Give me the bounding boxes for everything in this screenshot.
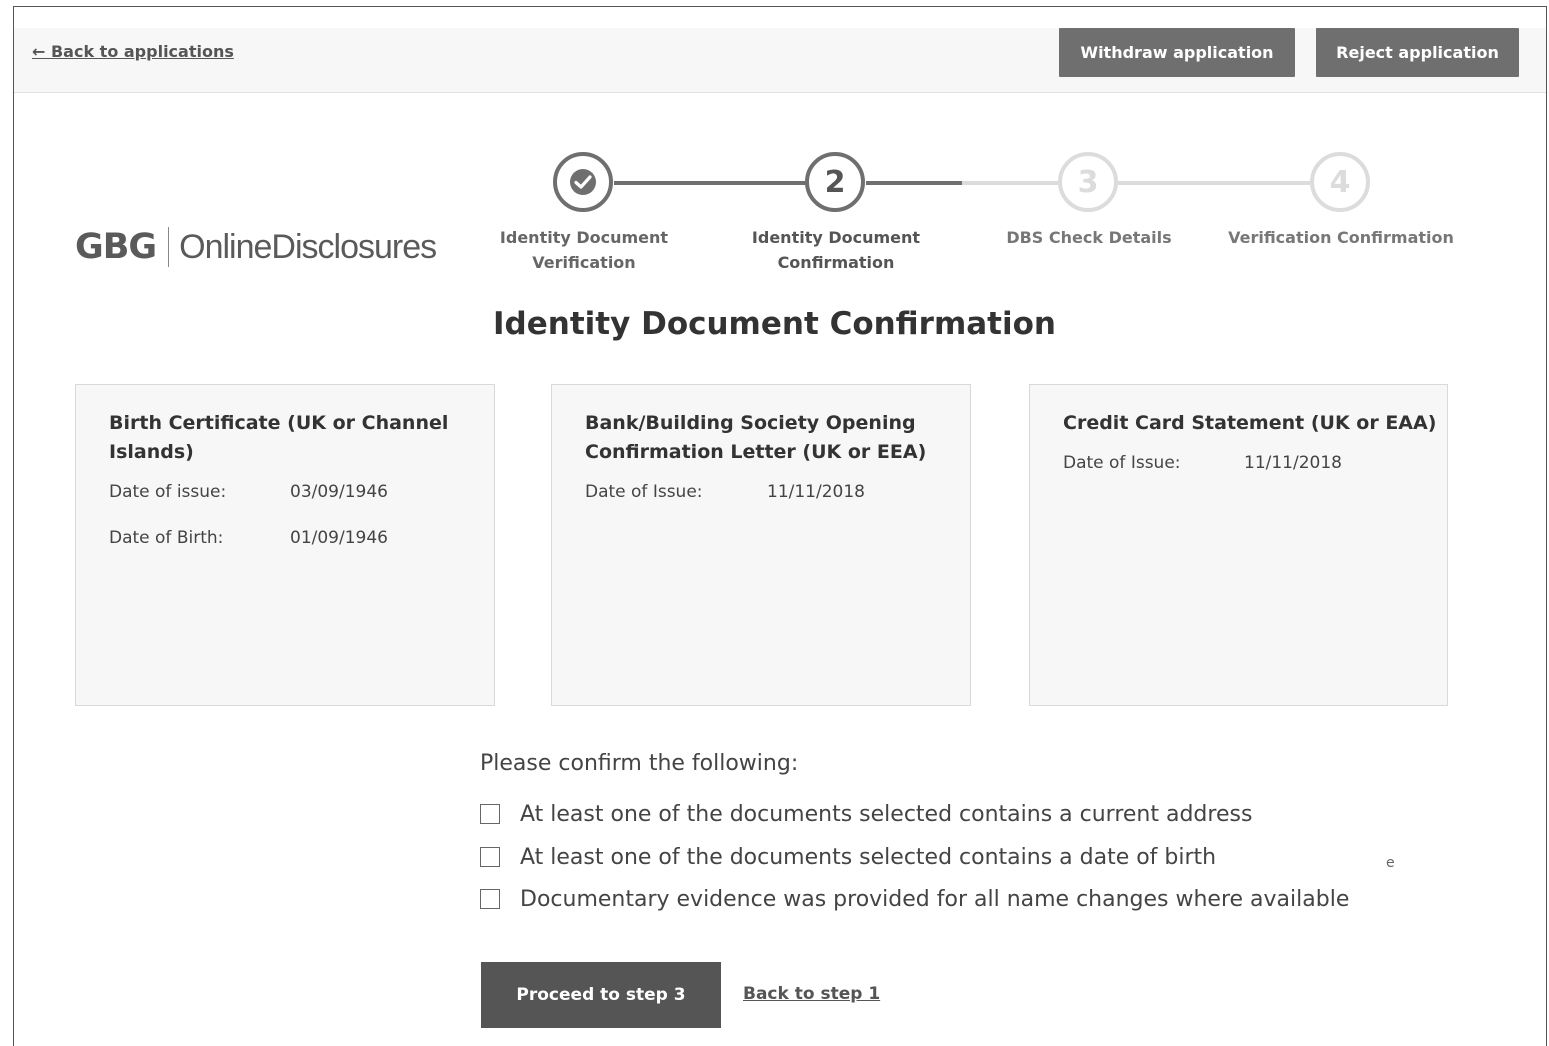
reject-application-button[interactable]: Reject application [1316,28,1519,77]
field-value: 03/09/1946 [290,482,388,502]
current-address-checkbox[interactable] [480,804,500,824]
field-value: 01/09/1946 [290,528,388,548]
step-3-upcoming: 3 [1058,152,1118,212]
confirm-item-date-of-birth: At least one of the documents selected c… [480,842,1216,872]
field-label: Date of issue: [109,482,227,502]
document-card-birth-certificate: Birth Certificate (UK or Channel Islands… [75,384,495,706]
step-connector-2-3-remaining [962,181,1058,185]
document-card-bank-letter: Bank/Building Society Opening Confirmati… [551,384,971,706]
date-of-birth-checkbox[interactable] [480,847,500,867]
field-value: 11/11/2018 [1244,453,1342,473]
step-4-label-line1: Verification Confirmation [1228,228,1454,247]
checkmark-icon [570,169,596,195]
step-2-number: 2 [824,164,846,200]
step-2-label: Identity Document Confirmation [736,225,936,275]
step-3-number: 3 [1077,164,1099,200]
step-connector-3-4 [1118,181,1310,185]
step-4-label: Verification Confirmation [1220,225,1462,250]
field-label: Date of Birth: [109,528,224,548]
step-2-label-line2: Confirmation [777,253,895,272]
step-2-current: 2 [805,152,865,212]
document-title: Credit Card Statement (UK or EAA) [1063,412,1437,434]
name-changes-checkbox[interactable] [480,889,500,909]
document-title: Birth Certificate (UK or Channel Islands… [109,412,449,463]
step-connector-2-3 [866,181,962,185]
step-4-upcoming: 4 [1310,152,1370,212]
logo-brand: GBG [75,227,157,267]
logo-divider [168,227,170,267]
logo-product: OnlineDisclosures [179,227,437,266]
confirm-item-label: At least one of the documents selected c… [520,844,1217,870]
step-connector-1-2 [614,181,806,185]
step-1-label: Identity Document Verification [484,225,684,275]
confirm-item-label: Documentary evidence was provided for al… [520,886,1350,912]
back-to-applications-link[interactable]: ← Back to applications [32,42,234,61]
field-value: 11/11/2018 [767,482,865,502]
step-3-label: DBS Check Details [989,225,1189,250]
step-2-label-line1: Identity Document [751,228,921,247]
step-3-label-line1: DBS Check Details [1006,228,1172,247]
confirm-item-label: At least one of the documents selected c… [520,801,1253,827]
document-card-credit-card-statement: Credit Card Statement (UK or EAA) Date o… [1029,384,1448,706]
step-1-complete [553,152,613,212]
document-title: Bank/Building Society Opening Confirmati… [585,412,927,463]
step-4-number: 4 [1329,164,1351,200]
gbg-logo: GBG OnlineDisclosures [75,224,437,270]
proceed-to-step-3-button[interactable]: Proceed to step 3 [481,962,721,1028]
confirm-item-current-address: At least one of the documents selected c… [480,799,1252,829]
withdraw-application-button[interactable]: Withdraw application [1059,28,1295,77]
stray-glyph: e [1386,855,1395,871]
step-1-label-line2: Verification [532,253,636,272]
field-label: Date of Issue: [585,482,703,502]
step-1-label-line1: Identity Document [499,228,669,247]
page-title: Identity Document Confirmation [493,306,1056,342]
confirm-heading: Please confirm the following: [480,751,799,776]
field-label: Date of Issue: [1063,453,1181,473]
confirm-item-name-changes: Documentary evidence was provided for al… [480,884,1349,914]
back-to-step-1-link[interactable]: Back to step 1 [743,984,880,1004]
